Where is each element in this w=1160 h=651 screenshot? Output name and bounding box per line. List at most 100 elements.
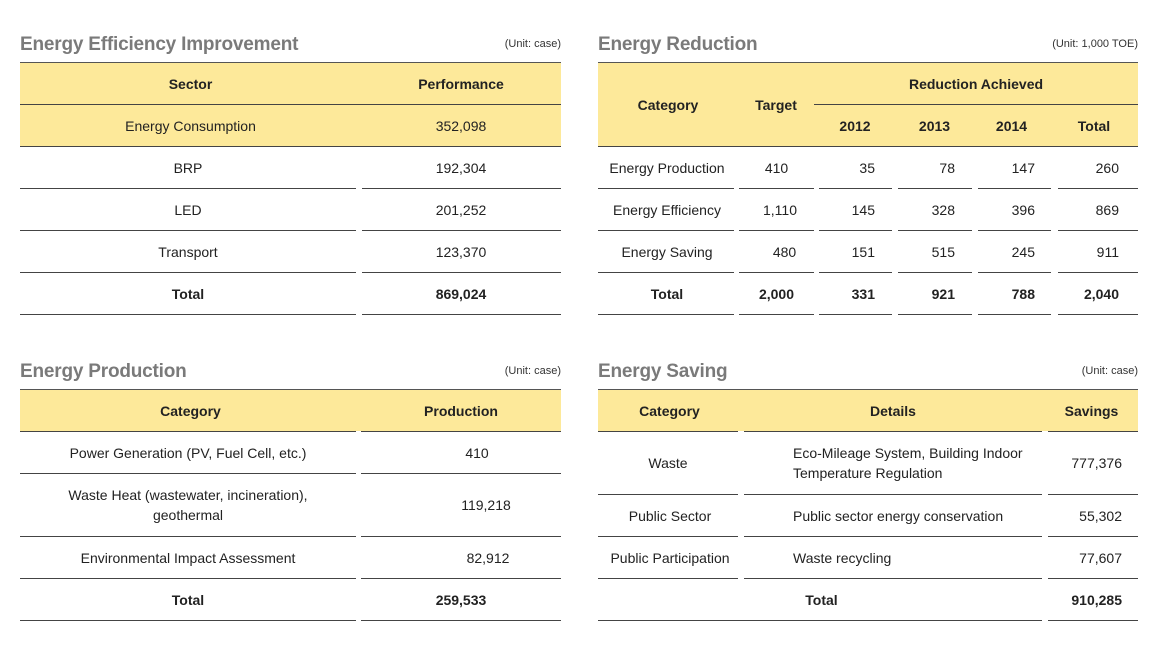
row-divider [1058,314,1138,315]
table-row-2012: 151 [851,243,875,260]
row-divider [819,230,892,231]
row-divider [978,314,1051,315]
category-line: geothermal [152,507,224,523]
header-total: Total [1077,117,1111,134]
table-row-category: Energy Efficiency [613,201,721,218]
row-divider [978,230,1051,231]
row-divider [361,620,561,621]
details-line: Eco-Mileage System, Building Indoor [793,445,1023,461]
table-row-2013: 921 [931,285,955,302]
row-divider [819,188,892,189]
energy-efficiency-table: Sector Performance Energy Consumption 35… [20,63,561,315]
table-row-details: Public sector energy conservation [793,507,1004,524]
table-row-performance: 192,304 [435,159,487,176]
table-row-2013: 515 [931,243,955,260]
table-row-category: Waste [648,455,688,471]
energy-saving-unit: (Unit: case) [1081,365,1138,377]
header-sector: Sector [20,63,361,104]
row-divider [598,230,734,231]
table-row-category: Energy Saving [621,243,713,260]
details-line: Temperature Regulation [793,465,943,481]
header-reduction-achieved: Reduction Achieved [908,75,1044,92]
table-row-total: 2,040 [1083,285,1119,302]
table-row-2014: 396 [1011,201,1035,218]
table-row-savings: 777,376 [1071,455,1122,471]
table-row-2013: 78 [939,159,955,176]
table-row-2013: 328 [931,201,955,218]
table-row-2014: 147 [1011,159,1035,176]
table-row-total-label: Total [650,285,684,302]
table-row-2012: 35 [859,159,875,176]
energy-reduction-unit: (Unit: 1,000 TOE) [1052,38,1138,50]
row-divider [819,314,892,315]
table-row-savings: 77,607 [1079,549,1122,566]
header-2012: 2012 [839,117,871,134]
energy-production-panel: Energy Production (Unit: case) Category … [20,360,561,621]
table-row-performance: 352,098 [361,105,561,146]
energy-production-table: Category Production Power Generation (PV… [20,390,561,621]
row-divider [739,272,814,273]
table-row-sector: Transport [158,243,218,260]
table-row-category: Energy Production [609,159,725,176]
header-category: Category [598,390,741,431]
table-row-total-label: Total [805,591,838,608]
table-row-category: Waste Heat (wastewater, incineration), g… [20,474,356,536]
table-row-target: 480 [772,243,797,260]
table-row-2012: 145 [851,201,875,218]
table-row-category: Environmental Impact Assessment [80,549,296,566]
table-row-sector: Energy Consumption [20,105,361,146]
row-divider [898,188,972,189]
row-divider [20,314,356,315]
header-performance: Performance [361,63,561,104]
header-target: Target [755,96,797,113]
header-category: Category [20,390,361,431]
row-divider [598,188,734,189]
table-row-total-label: Total [171,285,205,302]
row-divider [598,314,734,315]
table-row-performance: 123,370 [435,243,487,260]
row-divider [598,620,1042,621]
table-row-total: 869 [1095,201,1119,218]
row-divider [598,272,734,273]
row-divider [978,272,1051,273]
energy-saving-title: Energy Saving [598,361,728,382]
table-row-target: 2,000 [758,285,795,302]
table-row-target: 1,110 [763,201,797,218]
table-row-category: Public Sector [628,507,712,524]
table-row-2014: 788 [1011,285,1035,302]
table-row-total-value: 869,024 [435,285,487,302]
row-divider [1048,620,1138,621]
row-divider [739,230,814,231]
energy-reduction-table: Category Target Reduction Achieved 2012 … [598,63,1138,315]
table-row-2014: 245 [1011,243,1035,260]
energy-efficiency-panel: Energy Efficiency Improvement (Unit: cas… [20,33,561,315]
header-details: Details [741,390,1045,431]
row-divider [819,272,892,273]
row-divider [739,314,814,315]
header-2014: 2014 [995,117,1028,134]
row-divider [1058,188,1138,189]
energy-saving-panel: Energy Saving (Unit: case) Category Deta… [598,360,1138,621]
energy-production-title: Energy Production [20,361,187,382]
table-row-category: Public Participation [610,549,730,566]
table-row-total: 911 [1096,243,1119,260]
table-row-details: Waste recycling [793,549,892,566]
row-divider [20,620,356,621]
header-category: Category [637,96,699,113]
energy-efficiency-unit: (Unit: case) [504,38,561,50]
row-divider [739,188,814,189]
energy-production-unit: (Unit: case) [504,365,561,377]
energy-reduction-panel: Energy Reduction (Unit: 1,000 TOE) Categ… [598,33,1138,315]
row-divider [898,314,972,315]
table-row-2012: 331 [851,285,875,302]
header-2013: 2013 [918,117,951,134]
header-production: Production [361,390,561,431]
header-savings: Savings [1045,390,1138,431]
table-row-production: 82,912 [466,549,510,566]
table-row-total: 260 [1095,159,1119,176]
energy-efficiency-title: Energy Efficiency Improvement [20,34,299,55]
table-row-total-value: 259,533 [435,591,487,608]
row-divider [362,314,561,315]
table-row-sector: BRP [173,159,203,176]
table-row-details: Eco-Mileage System, Building Indoor Temp… [793,432,1043,494]
